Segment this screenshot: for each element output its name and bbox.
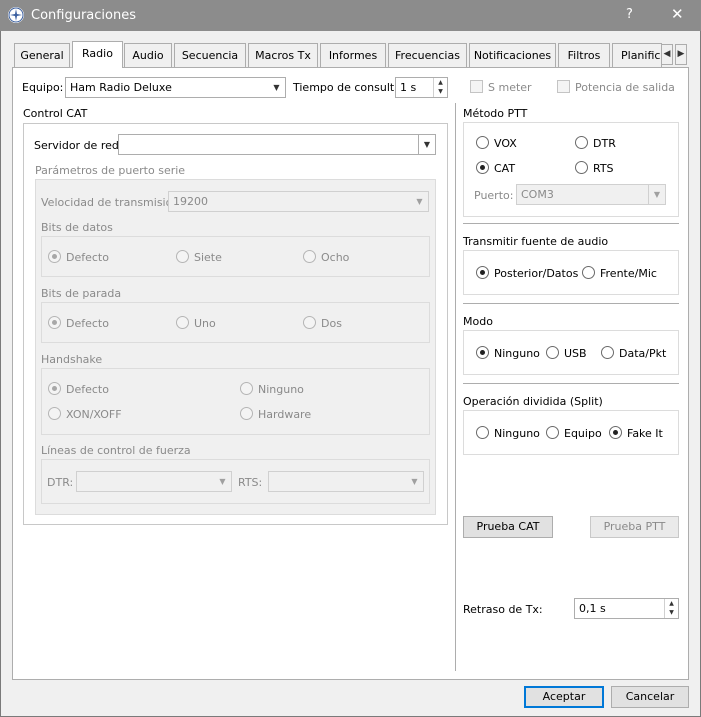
handshake-ninguno-label: Ninguno xyxy=(258,383,304,396)
equipo-value: Ham Radio Deluxe xyxy=(70,81,172,94)
ptt-rts-label: RTS xyxy=(593,162,614,175)
chevron-down-icon: ▼ xyxy=(219,477,226,486)
split-fakeit-radio[interactable] xyxy=(609,426,622,439)
audio-source-title: Transmitir fuente de audio xyxy=(463,235,609,248)
handshake-defecto-label: Defecto xyxy=(66,383,109,396)
serial-params-title: Parámetros de puerto serie xyxy=(35,164,186,177)
test-cat-button[interactable]: Prueba CAT xyxy=(463,516,553,538)
baud-select[interactable]: 19200 ▼ xyxy=(168,191,429,212)
databits-ocho-radio[interactable] xyxy=(303,250,316,263)
cancel-button[interactable]: Cancelar xyxy=(611,686,689,708)
databits-ocho-label: Ocho xyxy=(321,251,350,264)
databits-title: Bits de datos xyxy=(41,221,113,234)
mode-ninguno-label: Ninguno xyxy=(494,347,540,360)
panel-content: Equipo: Ham Radio Deluxe ▼ Tiempo de con… xyxy=(0,0,701,717)
spin-arrows-icon[interactable]: ▲ ▼ xyxy=(664,599,678,618)
databits-defecto-label: Defecto xyxy=(66,251,109,264)
ptt-rts-radio[interactable] xyxy=(575,161,588,174)
stopbits-uno-radio[interactable] xyxy=(176,316,189,329)
mode-usb-label: USB xyxy=(564,347,587,360)
split-ninguno-label: Ninguno xyxy=(494,427,540,440)
cat-group-title: Control CAT xyxy=(23,107,88,120)
handshake-xonxoff-radio[interactable] xyxy=(48,407,61,420)
baud-value: 19200 xyxy=(173,195,208,208)
rts-label: RTS: xyxy=(238,476,263,489)
mode-title: Modo xyxy=(463,315,493,328)
split-title: Operación dividida (Split) xyxy=(463,395,603,408)
chevron-down-icon: ▼ xyxy=(418,135,435,154)
handshake-hardware-label: Hardware xyxy=(258,408,312,421)
txdelay-label: Retraso de Tx: xyxy=(463,603,543,616)
ptt-divider xyxy=(463,223,679,224)
audio-posterior-radio[interactable] xyxy=(476,266,489,279)
chevron-down-icon: ▼ xyxy=(416,197,423,206)
txdelay-spinbox[interactable]: 0,1 s ▲ ▼ xyxy=(574,598,679,619)
split-ninguno-radio[interactable] xyxy=(476,426,489,439)
txdelay-value: 0,1 s xyxy=(579,602,606,615)
ptt-cat-radio[interactable] xyxy=(476,161,489,174)
databits-siete-label: Siete xyxy=(194,251,222,264)
handshake-group xyxy=(41,368,430,435)
baud-label: Velocidad de transmisión: xyxy=(41,196,184,209)
ptt-dtr-radio[interactable] xyxy=(575,136,588,149)
stopbits-defecto-label: Defecto xyxy=(66,317,109,330)
mode-datapkt-radio[interactable] xyxy=(601,346,614,359)
dtr-label: DTR: xyxy=(47,476,74,489)
servidor-label: Servidor de red: xyxy=(34,139,123,152)
handshake-xonxoff-label: XON/XOFF xyxy=(66,408,122,421)
databits-defecto-radio[interactable] xyxy=(48,250,61,263)
handshake-title: Handshake xyxy=(41,353,103,366)
smeter-label: S meter xyxy=(488,81,532,94)
ptt-dtr-label: DTR xyxy=(593,137,616,150)
equipo-label: Equipo: xyxy=(22,81,64,94)
poll-interval-label: Tiempo de consulta: xyxy=(293,81,405,94)
handshake-defecto-radio[interactable] xyxy=(48,382,61,395)
chevron-down-icon: ▼ xyxy=(648,185,665,204)
stopbits-uno-label: Uno xyxy=(194,317,216,330)
databits-siete-radio[interactable] xyxy=(176,250,189,263)
ptt-port-value: COM3 xyxy=(521,188,554,201)
split-equipo-radio[interactable] xyxy=(546,426,559,439)
spin-arrows-icon[interactable]: ▲ ▼ xyxy=(433,78,447,97)
stopbits-defecto-radio[interactable] xyxy=(48,316,61,329)
equipo-select[interactable]: Ham Radio Deluxe ▼ xyxy=(65,77,286,98)
audio-divider xyxy=(463,303,679,304)
potencia-label: Potencia de salida xyxy=(575,81,675,94)
potencia-checkbox[interactable] xyxy=(557,80,570,93)
test-ptt-button[interactable]: Prueba PTT xyxy=(590,516,679,538)
mode-datapkt-label: Data/Pkt xyxy=(619,347,667,360)
chevron-down-icon: ▼ xyxy=(411,477,418,486)
poll-interval-spinbox[interactable]: 1 s ▲ ▼ xyxy=(395,77,448,98)
stopbits-dos-label: Dos xyxy=(321,317,342,330)
stopbits-dos-radio[interactable] xyxy=(303,316,316,329)
accept-button[interactable]: Aceptar xyxy=(524,686,604,708)
ptt-vox-radio[interactable] xyxy=(476,136,489,149)
mode-divider xyxy=(463,383,679,384)
ptt-vox-label: VOX xyxy=(494,137,517,150)
handshake-hardware-radio[interactable] xyxy=(240,407,253,420)
poll-interval-value: 1 s xyxy=(400,81,417,94)
handshake-ninguno-radio[interactable] xyxy=(240,382,253,395)
mode-usb-radio[interactable] xyxy=(546,346,559,359)
audio-frente-label: Frente/Mic xyxy=(600,267,657,280)
mode-ninguno-radio[interactable] xyxy=(476,346,489,359)
smeter-checkbox[interactable] xyxy=(470,80,483,93)
servidor-select[interactable]: ▼ xyxy=(118,134,436,155)
ptt-cat-label: CAT xyxy=(494,162,516,175)
audio-frente-radio[interactable] xyxy=(582,266,595,279)
dtr-select[interactable]: ▼ xyxy=(76,471,232,492)
stopbits-title: Bits de parada xyxy=(41,287,122,300)
force-lines-title: Líneas de control de fuerza xyxy=(41,444,191,457)
split-fakeit-label: Fake It xyxy=(627,427,663,440)
split-equipo-label: Equipo xyxy=(564,427,602,440)
vertical-divider xyxy=(455,103,456,671)
ptt-port-label: Puerto: xyxy=(474,189,514,202)
ptt-title: Método PTT xyxy=(463,107,528,120)
chevron-down-icon: ▼ xyxy=(273,83,280,92)
rts-select[interactable]: ▼ xyxy=(268,471,424,492)
ptt-port-select[interactable]: COM3 ▼ xyxy=(516,184,666,205)
audio-posterior-label: Posterior/Datos xyxy=(494,267,579,280)
